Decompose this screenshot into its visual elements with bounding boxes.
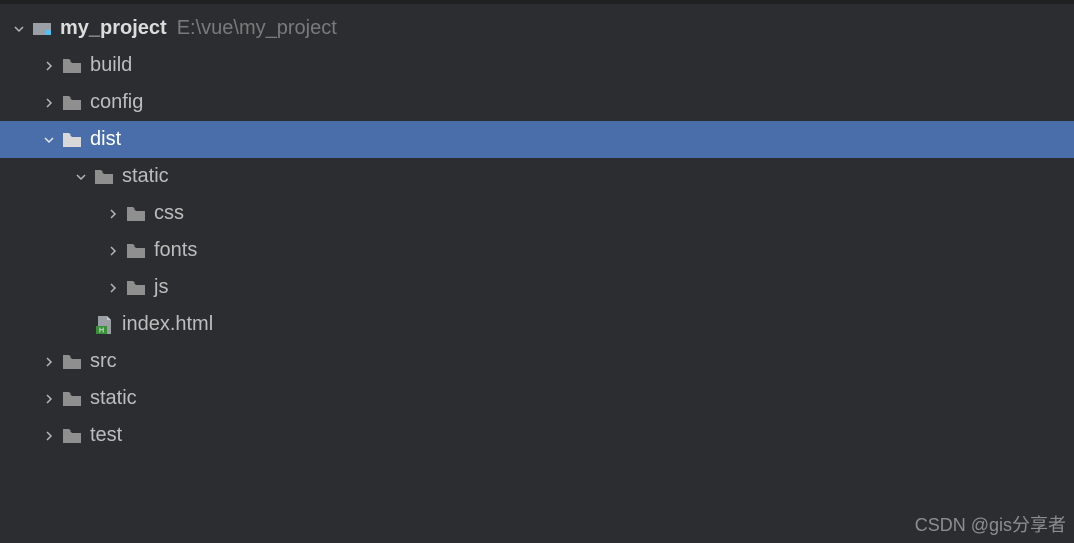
folder-icon [94,168,114,186]
tree-row-js[interactable]: js [0,269,1074,306]
tree-row-static[interactable]: static [0,158,1074,195]
tree-row-src[interactable]: src [0,343,1074,380]
folder-icon [126,242,146,260]
html-file-icon: H [94,316,114,334]
chevron-right-icon [42,61,56,71]
folder-label: css [154,202,184,225]
project-tree[interactable]: my_project E:\vue\my_project build confi… [0,4,1074,454]
chevron-right-icon [42,394,56,404]
chevron-right-icon [106,246,120,256]
chevron-right-icon [42,98,56,108]
project-path: E:\vue\my_project [177,17,337,40]
chevron-right-icon [42,357,56,367]
chevron-down-icon [42,135,56,145]
chevron-down-icon [12,24,26,34]
folder-label: static [90,387,137,410]
folder-label: js [154,276,168,299]
watermark: CSDN @gis分享者 [915,511,1066,537]
project-name: my_project [60,17,167,40]
tree-row-config[interactable]: config [0,84,1074,121]
chevron-right-icon [106,283,120,293]
tree-row-dist[interactable]: dist [0,121,1074,158]
tree-row-fonts[interactable]: fonts [0,232,1074,269]
tree-row-test[interactable]: test [0,417,1074,454]
folder-label: static [122,165,169,188]
folder-label: src [90,350,117,373]
folder-label: dist [90,128,121,151]
tree-row-build[interactable]: build [0,47,1074,84]
module-icon [32,20,52,38]
svg-text:H: H [99,327,104,334]
folder-label: fonts [154,239,197,262]
tree-row-project-root[interactable]: my_project E:\vue\my_project [0,10,1074,47]
tree-row-static2[interactable]: static [0,380,1074,417]
file-label: index.html [122,313,213,336]
folder-icon [126,279,146,297]
folder-label: test [90,424,122,447]
folder-icon [62,131,82,149]
tree-row-css[interactable]: css [0,195,1074,232]
folder-icon [62,57,82,75]
folder-icon [126,205,146,223]
chevron-down-icon [74,172,88,182]
folder-icon [62,94,82,112]
folder-icon [62,390,82,408]
folder-label: build [90,54,132,77]
chevron-right-icon [106,209,120,219]
chevron-right-icon [42,431,56,441]
folder-label: config [90,91,143,114]
tree-row-indexhtml[interactable]: H index.html [0,306,1074,343]
folder-icon [62,353,82,371]
folder-icon [62,427,82,445]
